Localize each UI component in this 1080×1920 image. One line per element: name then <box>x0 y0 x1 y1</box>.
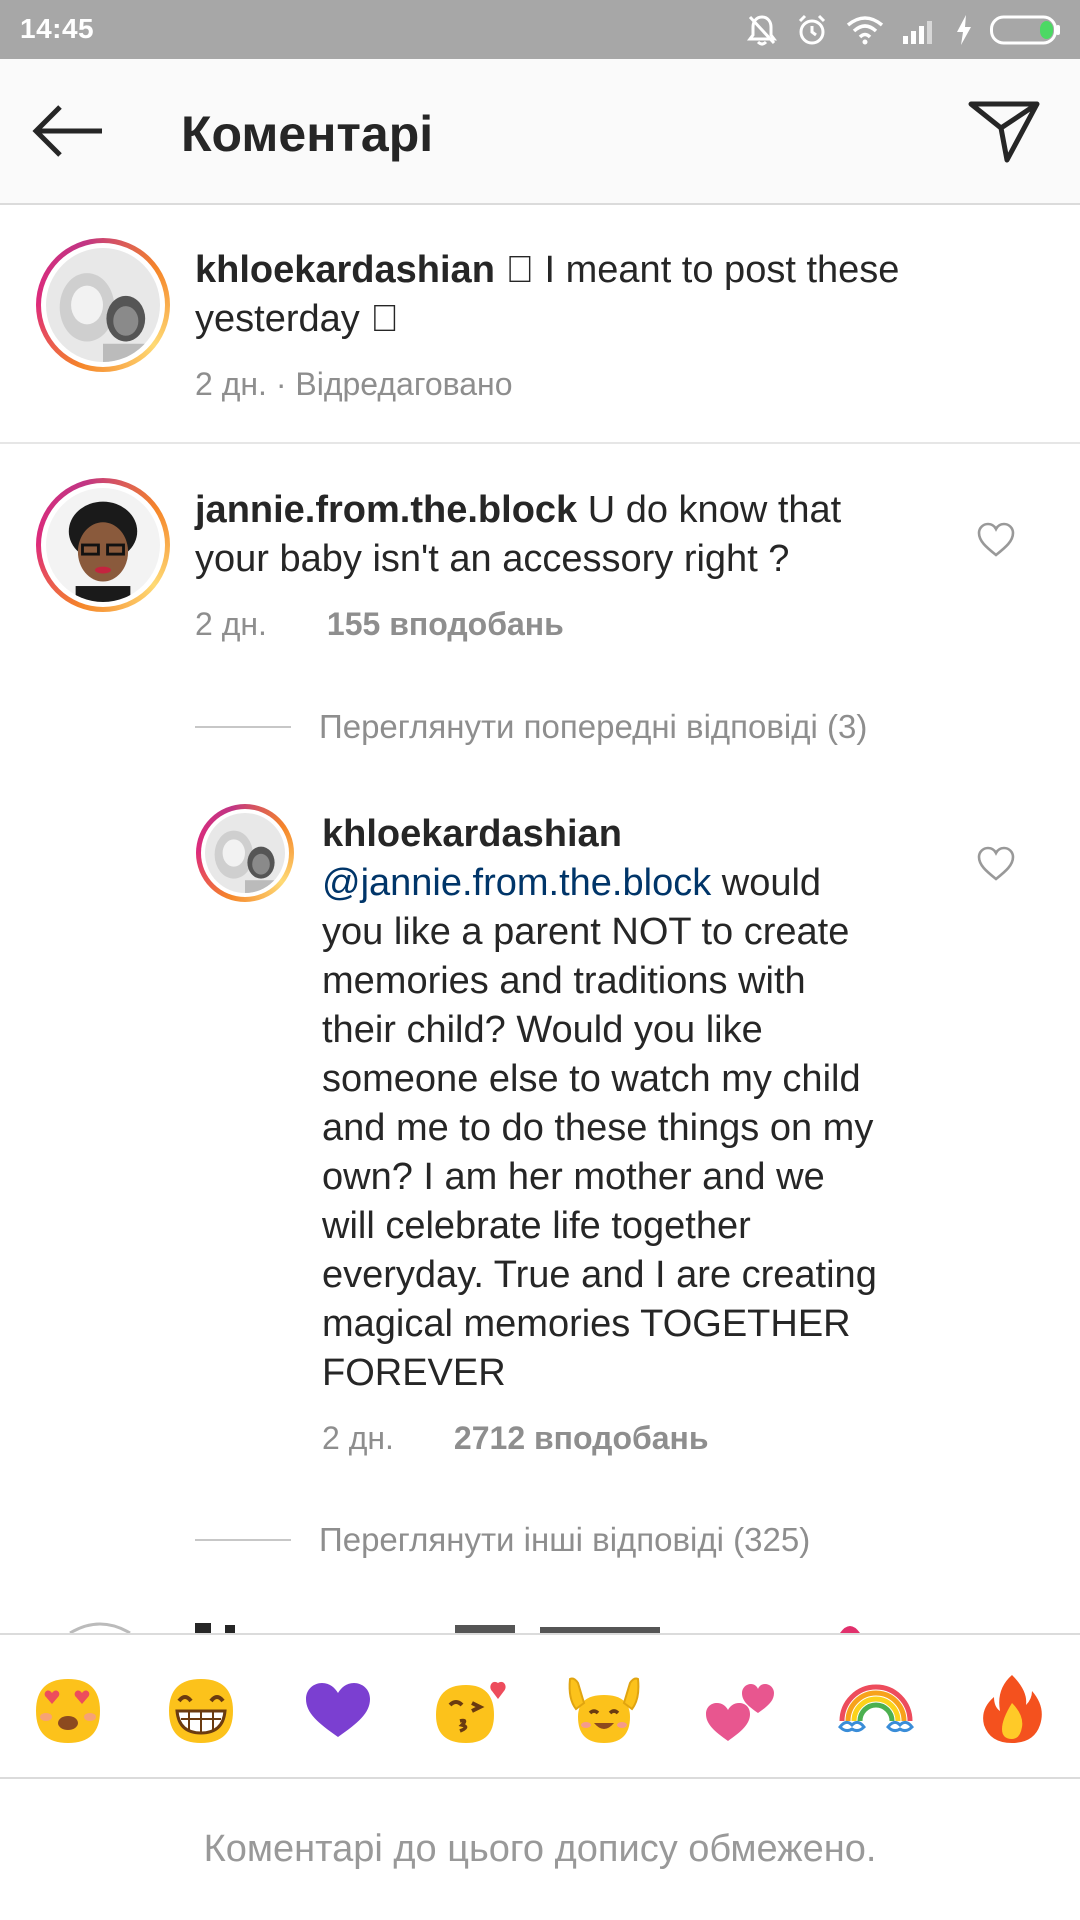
avatar-photo <box>205 813 285 893</box>
comment-line1: U do know that <box>577 489 842 531</box>
bell-muted-icon <box>747 15 777 46</box>
comment-likes[interactable]: 155 вподобань <box>327 606 564 642</box>
reply-line: you like a parent NOT to create <box>322 911 850 953</box>
status-icons <box>746 10 1062 50</box>
charging-icon <box>957 15 971 45</box>
raised-hands-emoji-icon[interactable] <box>564 1669 644 1749</box>
reply-time: 2 дн. <box>322 1420 394 1456</box>
two-hearts-emoji-icon[interactable] <box>700 1669 780 1749</box>
caption-meta: 2 дн. · Відредаговано <box>195 366 513 402</box>
comment-line2: your baby isn't an accessory right ? <box>195 538 790 580</box>
comment-avatar[interactable] <box>36 478 170 612</box>
purple-heart-emoji-icon[interactable] <box>298 1669 378 1749</box>
reply-line: and me to do these things on my <box>322 1107 874 1149</box>
caption-line2: yesterday   <box>195 298 399 340</box>
paper-plane-icon <box>968 101 1040 163</box>
fire-emoji-icon[interactable] <box>972 1669 1052 1749</box>
reply-username[interactable]: khloekardashian <box>322 813 622 855</box>
view-more-replies[interactable]: Переглянути інші відповіді (325) <box>195 1521 810 1559</box>
caption-avatar[interactable] <box>36 238 170 372</box>
avatar-photo <box>46 248 160 362</box>
comment-meta: 2 дн. 155 вподобань <box>195 606 564 643</box>
status-bar: 14:45 <box>0 0 1080 59</box>
comment-text: jannie.from.the.block U do know that you… <box>195 486 985 584</box>
reply-line: everyday. True and I are creating <box>322 1254 877 1296</box>
like-heart-icon[interactable] <box>976 844 1016 884</box>
kissing-emoji-icon[interactable] <box>430 1669 510 1749</box>
reply-line: magical memories TOGETHER <box>322 1303 851 1345</box>
reply-line: FOREVER <box>322 1352 506 1394</box>
reply-line: someone else to watch my child <box>322 1058 861 1100</box>
replies-line <box>195 726 291 728</box>
caption-line1:   I meant to post these <box>494 249 900 291</box>
signal-icon <box>903 21 932 44</box>
rainbow-emoji-icon[interactable] <box>836 1669 916 1749</box>
arrow-left-icon <box>32 105 102 157</box>
reply-line: own? I am her mother and we <box>322 1156 825 1198</box>
status-time: 14:45 <box>20 13 95 44</box>
reply-line: will celebrate life together <box>322 1205 751 1247</box>
view-previous-replies-label: Переглянути попередні відповіді (3) <box>319 708 868 745</box>
divider <box>0 442 1080 444</box>
like-heart-icon[interactable] <box>976 520 1016 560</box>
share-button[interactable] <box>964 95 1044 167</box>
caption-text: khloekardashian   I meant to post these … <box>195 246 1015 344</box>
comment-time: 2 дн. <box>195 606 267 642</box>
reply-likes[interactable]: 2712 вподобань <box>454 1420 709 1456</box>
reply-meta: 2 дн. 2712 вподобань <box>322 1420 709 1457</box>
next-comment-peek <box>0 1615 1080 1633</box>
wifi-icon <box>846 16 884 45</box>
back-button[interactable] <box>30 99 110 163</box>
heart-eyes-emoji-icon[interactable] <box>28 1669 108 1749</box>
grinning-squint-emoji-icon[interactable] <box>161 1669 241 1749</box>
alarm-icon <box>798 14 826 45</box>
emoji-quick-bar <box>0 1633 1080 1779</box>
caption-username[interactable]: khloekardashian <box>195 249 495 291</box>
page-title: Коментарі <box>181 106 434 162</box>
reply-text: khloekardashian @jannie.from.the.block w… <box>322 810 982 1398</box>
reply-line: would <box>711 862 822 904</box>
reply-avatar[interactable] <box>196 804 294 902</box>
view-more-replies-label: Переглянути інші відповіді (325) <box>319 1521 811 1558</box>
battery-icon <box>990 15 1060 45</box>
view-previous-replies[interactable]: Переглянути попередні відповіді (3) <box>195 708 867 746</box>
reply-line: their child? Would you like <box>322 1009 763 1051</box>
app-bar: Коментарі <box>0 59 1080 205</box>
replies-line <box>195 1539 291 1541</box>
comments-restricted-notice: Коментарі до цього допису обмежено. <box>0 1779 1080 1920</box>
reply-mention[interactable]: @jannie.from.the.block <box>322 862 711 904</box>
comment-username[interactable]: jannie.from.the.block <box>195 489 577 531</box>
reply-line: memories and traditions with <box>322 960 806 1002</box>
avatar-photo <box>46 488 160 602</box>
